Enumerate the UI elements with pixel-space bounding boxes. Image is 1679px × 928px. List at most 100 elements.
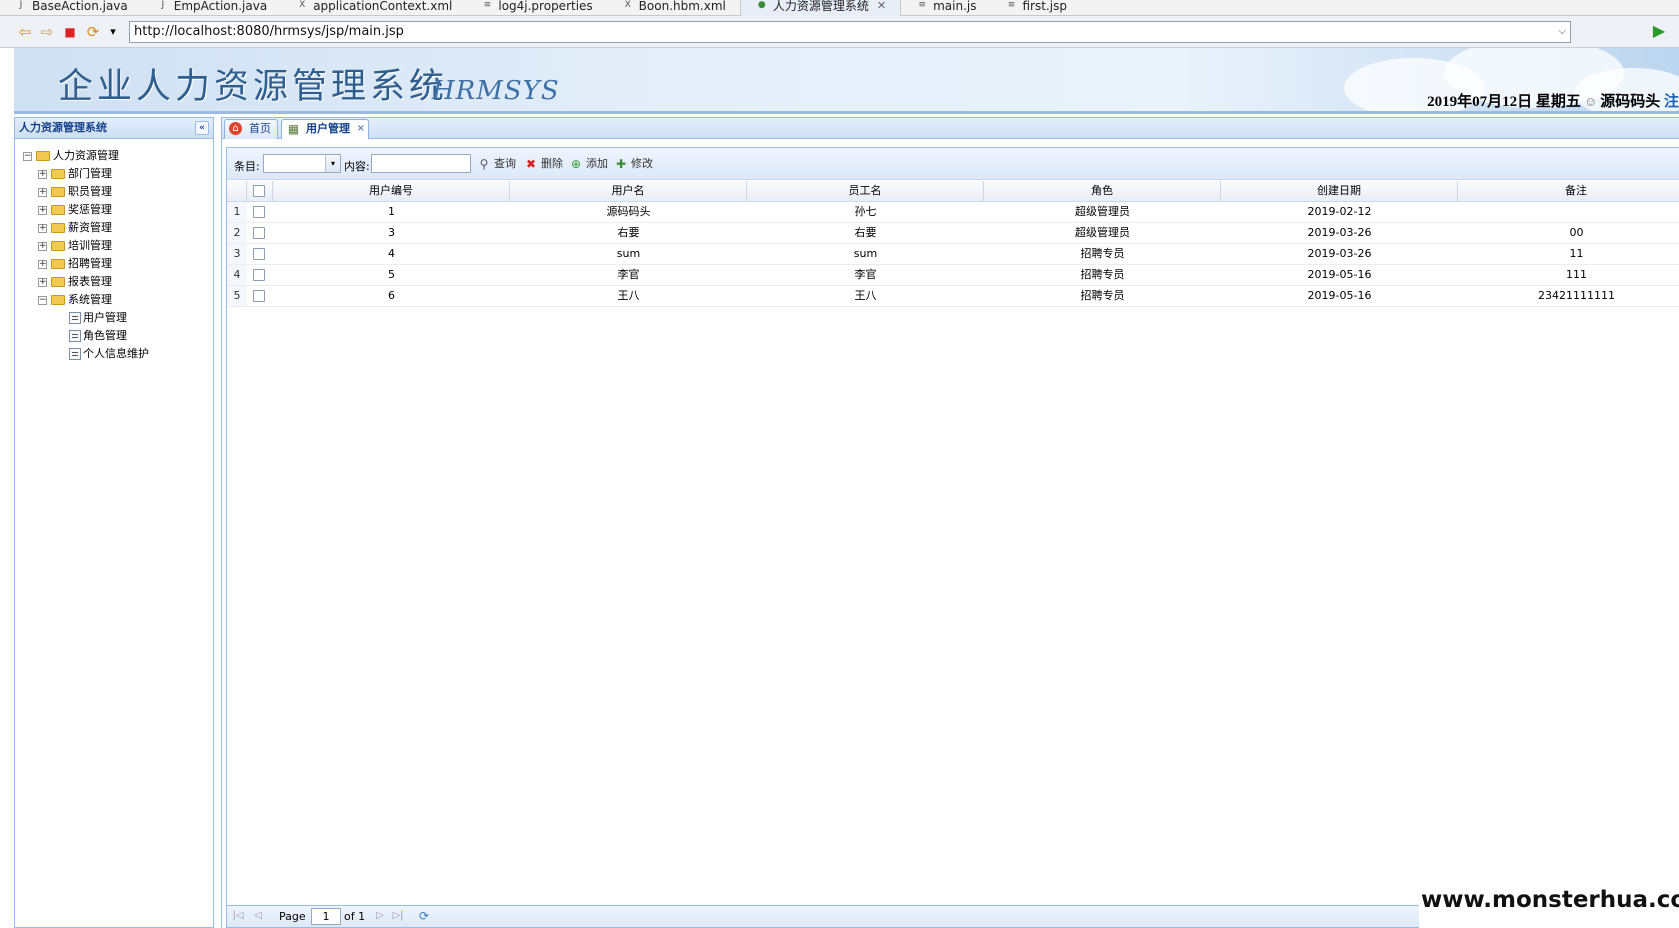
tree-node[interactable]: + 报表管理 [15, 273, 213, 291]
field-select[interactable]: ▾ [263, 154, 341, 173]
content-label: 内容: [344, 160, 370, 173]
column-header[interactable]: 创建日期 [1221, 181, 1458, 201]
tree-node[interactable]: 个人信息维护 [15, 345, 213, 363]
refresh-grid-icon[interactable]: ⟳ [417, 909, 431, 923]
add-icon: ⊕ [570, 157, 582, 171]
row-number: 2 [227, 223, 247, 243]
column-header[interactable]: 备注 [1458, 181, 1679, 201]
column-header[interactable]: 用户名 [510, 181, 747, 201]
tree-node[interactable]: + 奖惩管理 [15, 201, 213, 219]
table-row[interactable]: 1 1 源码码头 孙七 超级管理员 2019-02-12 [227, 202, 1679, 223]
tab-home-label: 首页 [249, 122, 271, 135]
tree-node[interactable]: − 人力资源管理 [15, 147, 213, 165]
tab-home[interactable]: ⌂ 首页 [224, 119, 278, 139]
expand-icon[interactable]: + [38, 224, 47, 233]
prev-page-icon[interactable]: ◁ [251, 909, 265, 923]
editor-tab-label: log4j.properties [498, 0, 593, 13]
cell-emp: 右要 [854, 226, 877, 239]
cell-remark: 111 [1566, 268, 1587, 281]
go-icon[interactable]: ▶ [1650, 22, 1668, 40]
last-page-icon[interactable]: ▷| [391, 909, 405, 923]
folder-icon [36, 151, 50, 161]
url-dropdown-icon[interactable]: ⌵ [1558, 22, 1566, 42]
chevron-down-icon[interactable]: ▾ [325, 155, 340, 172]
folder-icon [51, 205, 65, 215]
row-checkbox[interactable] [253, 227, 265, 239]
row-number: 1 [227, 202, 247, 222]
row-checkbox[interactable] [253, 269, 265, 281]
expand-icon[interactable]: + [38, 278, 47, 287]
forward-icon[interactable]: ⇨ [38, 23, 56, 41]
select-all-header [247, 181, 273, 201]
editor-tab[interactable]: XapplicationContext.xml [281, 0, 466, 16]
expand-icon[interactable]: + [38, 242, 47, 251]
editor-tab[interactable]: J EmpAction.java [142, 0, 281, 16]
editor-tab[interactable]: J BaseAction.java [0, 0, 142, 16]
tree-node[interactable]: + 薪资管理 [15, 219, 213, 237]
expand-icon[interactable]: + [38, 206, 47, 215]
table-row[interactable]: 3 4 sum sum 招聘专员 2019-03-26 11 [227, 244, 1679, 265]
add-button[interactable]: ⊕ 添加 [569, 156, 608, 172]
next-page-icon[interactable]: ▷ [373, 909, 387, 923]
cell-username: sum [616, 247, 641, 260]
edit-icon: ✚ [615, 157, 627, 171]
editor-tab[interactable]: ≡ main.js [901, 0, 990, 16]
tree-node[interactable]: + 部门管理 [15, 165, 213, 183]
tab-user-management[interactable]: ▦ 用户管理 × [281, 119, 369, 139]
collapse-icon[interactable]: − [23, 152, 32, 161]
java-file-icon: J [161, 0, 165, 10]
table-row[interactable]: 2 3 右要 右要 超级管理员 2019-03-26 00 [227, 223, 1679, 244]
edit-button[interactable]: ✚ 修改 [614, 156, 653, 172]
collapse-icon[interactable]: − [38, 296, 47, 305]
folder-icon [51, 223, 65, 233]
content-input[interactable] [371, 154, 471, 173]
tree-node[interactable]: + 培训管理 [15, 237, 213, 255]
row-number: 5 [227, 286, 247, 306]
row-checkbox[interactable] [253, 290, 265, 302]
logout-link[interactable]: 注 [1664, 94, 1679, 110]
select-all-checkbox[interactable] [253, 185, 265, 197]
expand-icon[interactable]: + [38, 170, 47, 179]
cell-id: 5 [388, 268, 395, 281]
search-toolbar: 条目: ▾ 内容: ⚲ 查询 ✖ 删除 ⊕ 添加 ✚ 修改 [227, 148, 1679, 180]
query-button[interactable]: ⚲ 查询 [477, 156, 516, 172]
refresh-icon[interactable]: ⟳ [84, 23, 102, 41]
expand-icon[interactable]: + [38, 188, 47, 197]
banner-info: 2019年07月12日 星期五 ☺ 源码码头 注 [1427, 90, 1679, 111]
url-field[interactable]: http://localhost:8080/hrmsys/jsp/main.js… [129, 21, 1571, 43]
column-header[interactable]: 角色 [984, 181, 1221, 201]
first-page-icon[interactable]: |◁ [231, 909, 245, 923]
tree-node[interactable]: 角色管理 [15, 327, 213, 345]
page-input[interactable]: 1 [311, 908, 341, 925]
editor-tab[interactable]: ● 人力资源管理系统 ✕ [739, 0, 902, 16]
table-row[interactable]: 5 6 王八 王八 招聘专员 2019-05-16 23421111111 [227, 286, 1679, 307]
browser-menu-icon[interactable]: ▾ [104, 23, 122, 41]
row-checkbox[interactable] [253, 206, 265, 218]
editor-tab-label: applicationContext.xml [313, 0, 453, 13]
row-checkbox[interactable] [253, 248, 265, 260]
tree-node-label: 系统管理 [68, 293, 112, 306]
expand-icon[interactable]: + [38, 260, 47, 269]
collapse-panel-button[interactable]: « [195, 121, 209, 135]
cell-role: 超级管理员 [1075, 226, 1130, 239]
editor-tab[interactable]: ≡ log4j.properties [466, 0, 606, 16]
navigation-tree: − 人力资源管理 + 部门管理 + 职员管理 + 奖惩管理 + 薪资管理 + 培训管理 + 招聘管理 + 报表… [15, 147, 213, 363]
content-tab-strip: ⌂ 首页 ▦ 用户管理 × [222, 117, 1679, 139]
tree-node[interactable]: 用户管理 [15, 309, 213, 327]
column-header[interactable]: 员工名 [747, 181, 984, 201]
delete-button[interactable]: ✖ 删除 [524, 156, 563, 172]
tab-close-icon[interactable]: × [357, 120, 365, 138]
tree-node[interactable]: + 招聘管理 [15, 255, 213, 273]
table-row[interactable]: 4 5 李官 李官 招聘专员 2019-05-16 111 [227, 265, 1679, 286]
tree-node[interactable]: + 职员管理 [15, 183, 213, 201]
column-header[interactable]: 用户编号 [273, 181, 510, 201]
editor-tab[interactable]: X Boon.hbm.xml [607, 0, 740, 16]
add-button-label: 添加 [586, 157, 608, 170]
close-icon[interactable]: ✕ [877, 0, 886, 12]
stop-icon[interactable]: ■ [61, 23, 79, 41]
cell-username: 王八 [617, 289, 640, 302]
editor-tab[interactable]: ≡ first.jsp [990, 0, 1080, 16]
back-icon[interactable]: ⇦ [16, 23, 34, 41]
tree-node[interactable]: − 系统管理 [15, 291, 213, 309]
tree-node-label: 薪资管理 [68, 221, 112, 234]
